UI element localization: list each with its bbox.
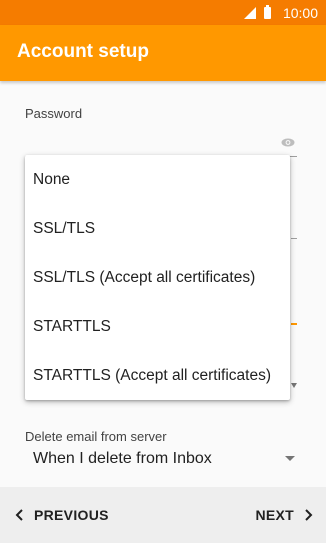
previous-button[interactable]: PREVIOUS bbox=[8, 499, 115, 531]
app-title: Account setup bbox=[17, 41, 149, 62]
eye-icon[interactable] bbox=[281, 138, 295, 147]
chevron-right-icon bbox=[305, 509, 313, 521]
menu-item-starttls[interactable]: STARTTLS bbox=[25, 302, 290, 351]
delete-policy-label: Delete email from server bbox=[25, 429, 167, 444]
chevron-left-icon bbox=[15, 509, 23, 521]
dropdown-arrow-icon bbox=[285, 456, 295, 461]
password-input[interactable] bbox=[25, 130, 297, 157]
app-bar: Account setup bbox=[0, 25, 326, 81]
menu-item-starttls-accept-all[interactable]: STARTTLS (Accept all certificates) bbox=[25, 351, 290, 400]
menu-item-ssl-tls[interactable]: SSL/TLS bbox=[25, 204, 290, 253]
field-underline-focused bbox=[291, 323, 297, 325]
delete-policy-value: When I delete from Inbox bbox=[33, 450, 212, 467]
bottom-navigation-bar: PREVIOUS NEXT bbox=[0, 487, 326, 543]
next-button[interactable]: NEXT bbox=[249, 499, 320, 531]
dropdown-arrow-icon bbox=[291, 383, 297, 388]
signal-icon bbox=[243, 6, 256, 19]
battery-icon bbox=[263, 4, 271, 19]
field-underline bbox=[291, 238, 297, 239]
password-label: Password bbox=[25, 106, 83, 121]
status-bar: 10:00 bbox=[0, 0, 326, 25]
menu-item-none[interactable]: None bbox=[25, 155, 290, 204]
security-type-dropdown: None SSL/TLS SSL/TLS (Accept all certifi… bbox=[25, 155, 290, 400]
menu-item-ssl-tls-accept-all[interactable]: SSL/TLS (Accept all certificates) bbox=[25, 253, 290, 302]
next-label: NEXT bbox=[255, 507, 294, 523]
status-icons: 10:00 bbox=[243, 0, 318, 25]
previous-label: PREVIOUS bbox=[34, 507, 109, 523]
status-time: 10:00 bbox=[282, 4, 318, 21]
